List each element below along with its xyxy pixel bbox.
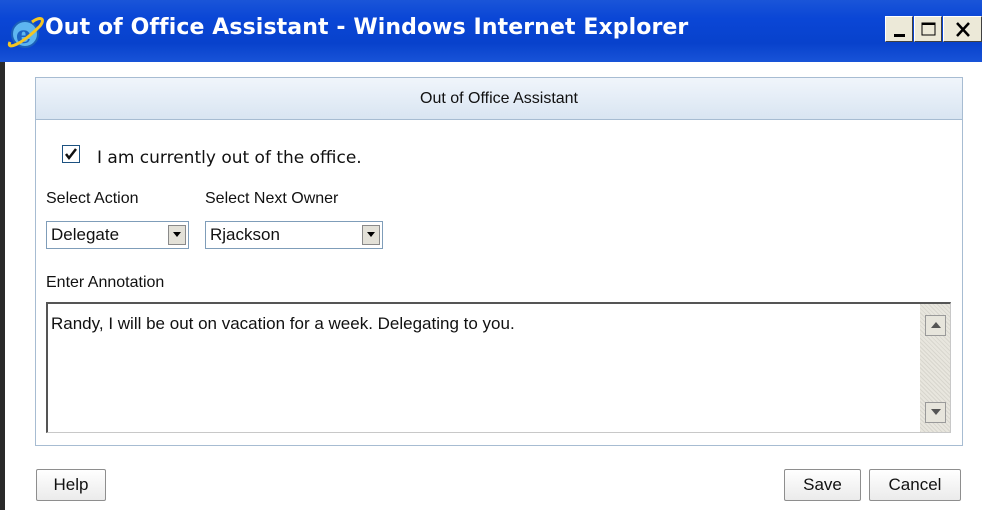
minimize-icon: [894, 34, 905, 37]
help-button[interactable]: Help: [36, 469, 106, 501]
chevron-down-icon[interactable]: [168, 225, 186, 245]
select-action-value: Delegate: [51, 225, 120, 244]
select-action-dropdown[interactable]: Delegate: [46, 221, 189, 249]
save-button[interactable]: Save: [784, 469, 861, 501]
window-title: Out of Office Assistant - Windows Intern…: [45, 15, 689, 40]
maximize-button[interactable]: [914, 16, 942, 42]
scroll-up-button[interactable]: [925, 315, 946, 336]
enter-annotation-label: Enter Annotation: [46, 274, 165, 291]
cancel-button[interactable]: Cancel: [869, 469, 961, 501]
out-of-office-label: I am currently out of the office.: [97, 148, 362, 168]
title-bar: e Out of Office Assistant - Windows Inte…: [0, 0, 982, 62]
checkmark-icon: [65, 148, 77, 161]
select-next-owner-value: Rjackson: [210, 225, 280, 244]
scroll-down-button[interactable]: [925, 402, 946, 423]
select-next-owner-label: Select Next Owner: [205, 190, 339, 207]
minimize-button[interactable]: [885, 16, 913, 42]
select-action-label: Select Action: [46, 190, 139, 207]
annotation-textarea[interactable]: Randy, I will be out on vacation for a w…: [46, 302, 951, 433]
browser-window: e Out of Office Assistant - Windows Inte…: [0, 0, 982, 510]
window-frame: [0, 62, 5, 510]
close-icon: [956, 22, 970, 37]
close-button[interactable]: [943, 16, 982, 42]
arrow-up-icon: [931, 322, 941, 328]
select-next-owner-dropdown[interactable]: Rjackson: [205, 221, 383, 249]
chevron-down-icon[interactable]: [362, 225, 380, 245]
annotation-scrollbar[interactable]: [920, 304, 950, 432]
out-of-office-checkbox[interactable]: [62, 145, 80, 163]
panel-header: Out of Office Assistant: [36, 78, 962, 120]
arrow-down-icon: [931, 409, 941, 415]
internet-explorer-icon: e: [6, 16, 46, 50]
annotation-text: Randy, I will be out on vacation for a w…: [51, 314, 515, 333]
maximize-icon: [921, 22, 936, 36]
